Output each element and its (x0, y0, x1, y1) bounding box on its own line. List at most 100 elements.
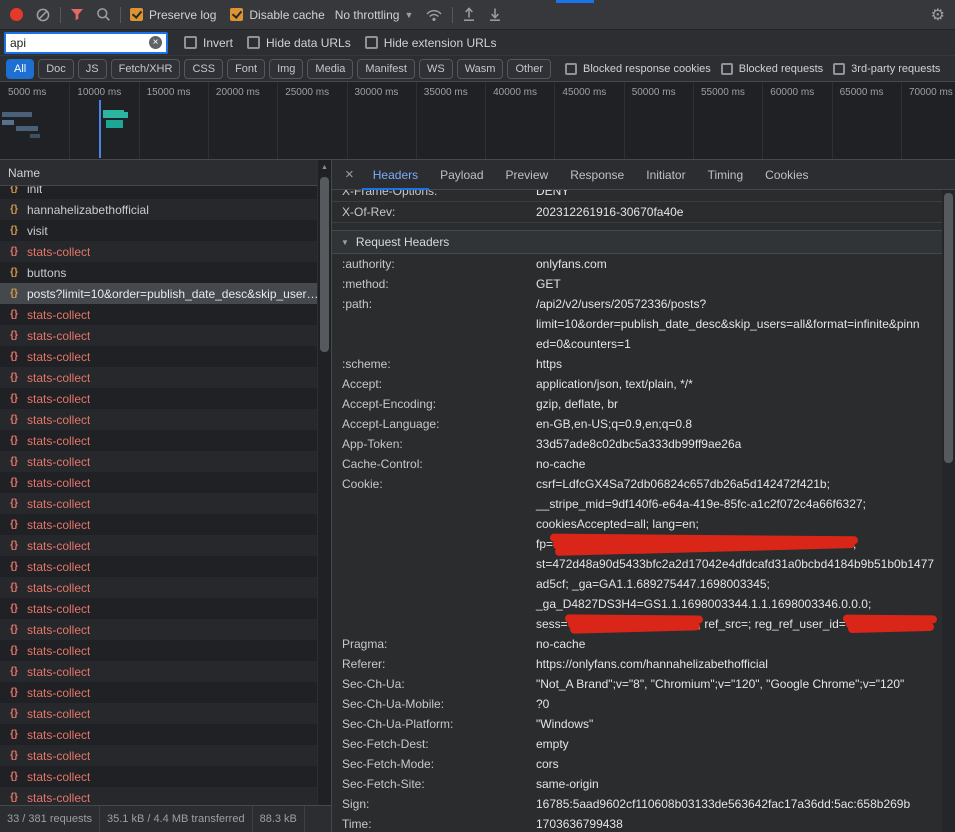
tab-preview[interactable]: Preview (495, 160, 560, 190)
request-row[interactable]: {}stats-collect (0, 493, 331, 514)
tab-initiator[interactable]: Initiator (635, 160, 696, 190)
tab-cookies[interactable]: Cookies (754, 160, 819, 190)
request-headers-section[interactable]: ▼ Request Headers (332, 230, 942, 254)
request-row[interactable]: {}stats-collect (0, 388, 331, 409)
hide-data-urls-checkbox[interactable]: Hide data URLs (247, 36, 351, 50)
request-row[interactable]: {}visit (0, 220, 331, 241)
export-har-icon[interactable] (488, 7, 502, 22)
scroll-up-arrow[interactable]: ▲ (318, 160, 331, 171)
blocked-requests-checkbox[interactable]: Blocked requests (721, 63, 823, 75)
type-filter-media[interactable]: Media (307, 59, 353, 79)
redaction-scribble (553, 537, 853, 550)
request-row[interactable]: {}stats-collect (0, 724, 331, 745)
waterfall-bar (103, 110, 124, 118)
redaction-scribble (568, 618, 698, 630)
clear-filter-icon[interactable]: × (149, 36, 162, 49)
tab-timing[interactable]: Timing (697, 160, 755, 190)
scrollbar-thumb[interactable] (320, 177, 329, 352)
request-row[interactable]: {}stats-collect (0, 451, 331, 472)
type-filter-font[interactable]: Font (227, 59, 265, 79)
request-row[interactable]: {}init (0, 186, 331, 199)
request-row[interactable]: {}stats-collect (0, 535, 331, 556)
request-row[interactable]: {}stats-collect (0, 472, 331, 493)
filter-input[interactable]: api × (4, 32, 168, 54)
header-row: Accept:application/json, text/plain, */* (332, 374, 942, 394)
header-row: Referer:https://onlyfans.com/hannaheliza… (332, 654, 942, 674)
error-script-icon: {} (7, 645, 21, 656)
type-filter-all[interactable]: All (6, 59, 34, 79)
error-script-icon: {} (7, 414, 21, 425)
3rd-party-requests-checkbox[interactable]: 3rd-party requests (833, 63, 940, 75)
clear-requests-icon[interactable] (35, 7, 51, 23)
timeline-gridline (347, 82, 348, 159)
request-row[interactable]: {}stats-collect (0, 598, 331, 619)
request-row[interactable]: {}buttons (0, 262, 331, 283)
header-name: :method: (332, 274, 536, 294)
request-name: init (27, 186, 42, 196)
type-filter-img[interactable]: Img (269, 59, 303, 79)
blocked-response-cookies-checkbox[interactable]: Blocked response cookies (565, 63, 711, 75)
settings-gear-icon[interactable]: ⚙ (931, 5, 945, 25)
request-row[interactable]: {}stats-collect (0, 325, 331, 346)
type-filter-manifest[interactable]: Manifest (357, 59, 415, 79)
tab-headers[interactable]: Headers (362, 160, 429, 190)
type-filter-doc[interactable]: Doc (38, 59, 74, 79)
disclosure-triangle-icon: ▼ (341, 238, 349, 247)
request-row[interactable]: {}stats-collect (0, 661, 331, 682)
hide-extension-urls-checkbox[interactable]: Hide extension URLs (365, 36, 497, 50)
header-value: 202312261916-30670fa40e (536, 202, 683, 222)
request-row[interactable]: {}posts?limit=10&order=publish_date_desc… (0, 283, 331, 304)
tab-response[interactable]: Response (559, 160, 635, 190)
header-row: Sec-Ch-Ua:"Not_A Brand";v="8", "Chromium… (332, 674, 942, 694)
request-row[interactable]: {}stats-collect (0, 409, 331, 430)
request-row[interactable]: {}stats-collect (0, 787, 331, 805)
request-row[interactable]: {}stats-collect (0, 367, 331, 388)
type-filter-fetch-xhr[interactable]: Fetch/XHR (111, 59, 181, 79)
name-column-header[interactable]: Name (0, 160, 331, 186)
error-script-icon: {} (7, 246, 21, 257)
import-har-icon[interactable] (462, 7, 476, 22)
tab-payload[interactable]: Payload (429, 160, 494, 190)
request-row[interactable]: {}stats-collect (0, 619, 331, 640)
request-row[interactable]: {}stats-collect (0, 346, 331, 367)
network-conditions-icon[interactable] (425, 8, 443, 22)
request-list-scrollbar[interactable]: ▲ (317, 160, 331, 805)
type-filter-wasm[interactable]: Wasm (457, 59, 504, 79)
error-script-icon: {} (7, 687, 21, 698)
request-row[interactable]: {}stats-collect (0, 703, 331, 724)
details-scrollbar[interactable] (942, 190, 955, 832)
close-icon[interactable]: × (345, 166, 354, 183)
error-script-icon: {} (7, 519, 21, 530)
waterfall-bar (30, 134, 40, 138)
request-row[interactable]: {}stats-collect (0, 241, 331, 262)
request-row[interactable]: {}stats-collect (0, 577, 331, 598)
preserve-log-checkbox[interactable]: Preserve log (130, 8, 216, 22)
header-value: 1703636799438 (536, 814, 623, 832)
invert-label: Invert (203, 36, 233, 50)
type-filter-js[interactable]: JS (78, 59, 107, 79)
request-name: stats-collect (27, 497, 90, 511)
type-filter-css[interactable]: CSS (184, 59, 223, 79)
request-row[interactable]: {}stats-collect (0, 766, 331, 787)
network-overview[interactable]: 5000 ms10000 ms15000 ms20000 ms25000 ms3… (0, 82, 955, 160)
scrollbar-thumb[interactable] (944, 193, 953, 463)
header-value: same-origin (536, 774, 599, 794)
filter-icon[interactable] (70, 8, 84, 21)
disable-cache-checkbox[interactable]: Disable cache (230, 8, 324, 22)
invert-checkbox[interactable]: Invert (184, 36, 233, 50)
request-row[interactable]: {}stats-collect (0, 640, 331, 661)
request-row[interactable]: {}stats-collect (0, 304, 331, 325)
request-row[interactable]: {}hannahelizabethofficial (0, 199, 331, 220)
type-filter-other[interactable]: Other (507, 59, 551, 79)
request-row[interactable]: {}stats-collect (0, 682, 331, 703)
timeline-label: 50000 ms (632, 87, 676, 98)
request-row[interactable]: {}stats-collect (0, 430, 331, 451)
request-name: stats-collect (27, 707, 90, 721)
request-row[interactable]: {}stats-collect (0, 514, 331, 535)
type-filter-ws[interactable]: WS (419, 59, 453, 79)
request-row[interactable]: {}stats-collect (0, 745, 331, 766)
search-icon[interactable] (96, 7, 111, 22)
request-row[interactable]: {}stats-collect (0, 556, 331, 577)
record-button[interactable] (10, 8, 23, 21)
throttling-dropdown[interactable]: No throttling ▼ (335, 8, 414, 22)
